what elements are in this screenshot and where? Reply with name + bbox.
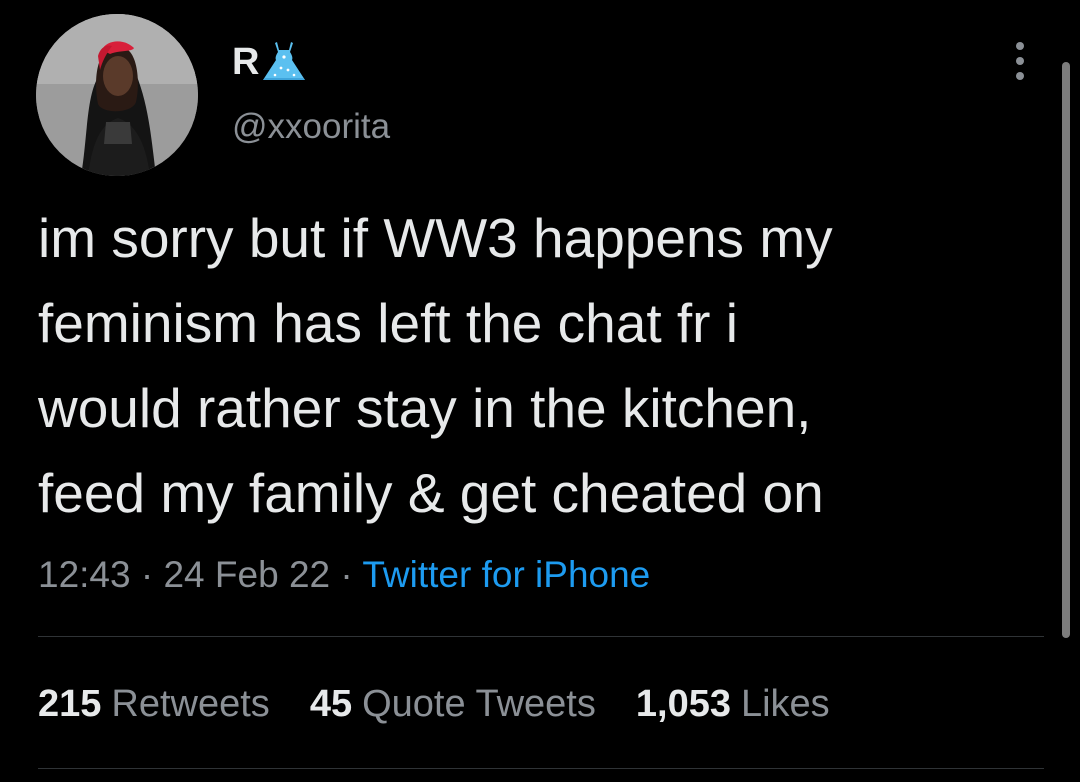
quote-tweets-count: 45 (309, 683, 353, 725)
tweet-text-line: feed my family & get cheated on (38, 462, 824, 524)
likes-label: Likes (740, 683, 830, 725)
scrollbar[interactable] (1062, 62, 1070, 638)
tweet-text-line: feminism has left the chat fr i (38, 292, 738, 354)
likes-stat[interactable]: 1,053 Likes (636, 681, 830, 727)
retweets-count: 215 (38, 683, 102, 725)
quote-tweets-stat[interactable]: 45 Quote Tweets (310, 681, 596, 727)
meta-separator: · (330, 554, 363, 595)
avatar[interactable] (36, 14, 198, 176)
profile-photo (36, 14, 198, 176)
dress-icon (261, 40, 307, 84)
tweet-time[interactable]: 12:43 (38, 554, 131, 595)
display-name[interactable]: R (232, 40, 307, 84)
more-options-button[interactable] (1006, 40, 1034, 82)
tweet-date[interactable]: 24 Feb 22 (163, 554, 330, 595)
tweet-metadata: 12:43 · 24 Feb 22 · Twitter for iPhone (38, 552, 650, 598)
user-handle[interactable]: @xxoorita (232, 106, 390, 148)
tweet-source-link[interactable]: Twitter for iPhone (362, 554, 650, 595)
more-dot-icon (1016, 72, 1024, 80)
tweet-text-line: im sorry but if WW3 happens my (38, 207, 833, 269)
tweet-text-line: would rather stay in the kitchen, (38, 377, 812, 439)
display-name-text: R (232, 41, 260, 83)
more-dot-icon (1016, 57, 1024, 65)
retweets-stat[interactable]: 215 Retweets (38, 681, 270, 727)
quote-tweets-label: Quote Tweets (362, 683, 596, 725)
meta-separator: · (130, 554, 164, 595)
engagement-stats: 215 Retweets 45 Quote Tweets 1,053 Likes (38, 681, 870, 727)
retweets-label: Retweets (111, 683, 270, 725)
tweet-text: im sorry but if WW3 happens my feminism … (38, 196, 1028, 536)
more-dot-icon (1016, 42, 1024, 50)
divider (38, 636, 1044, 637)
divider (38, 768, 1044, 769)
likes-count: 1,053 (635, 683, 731, 725)
